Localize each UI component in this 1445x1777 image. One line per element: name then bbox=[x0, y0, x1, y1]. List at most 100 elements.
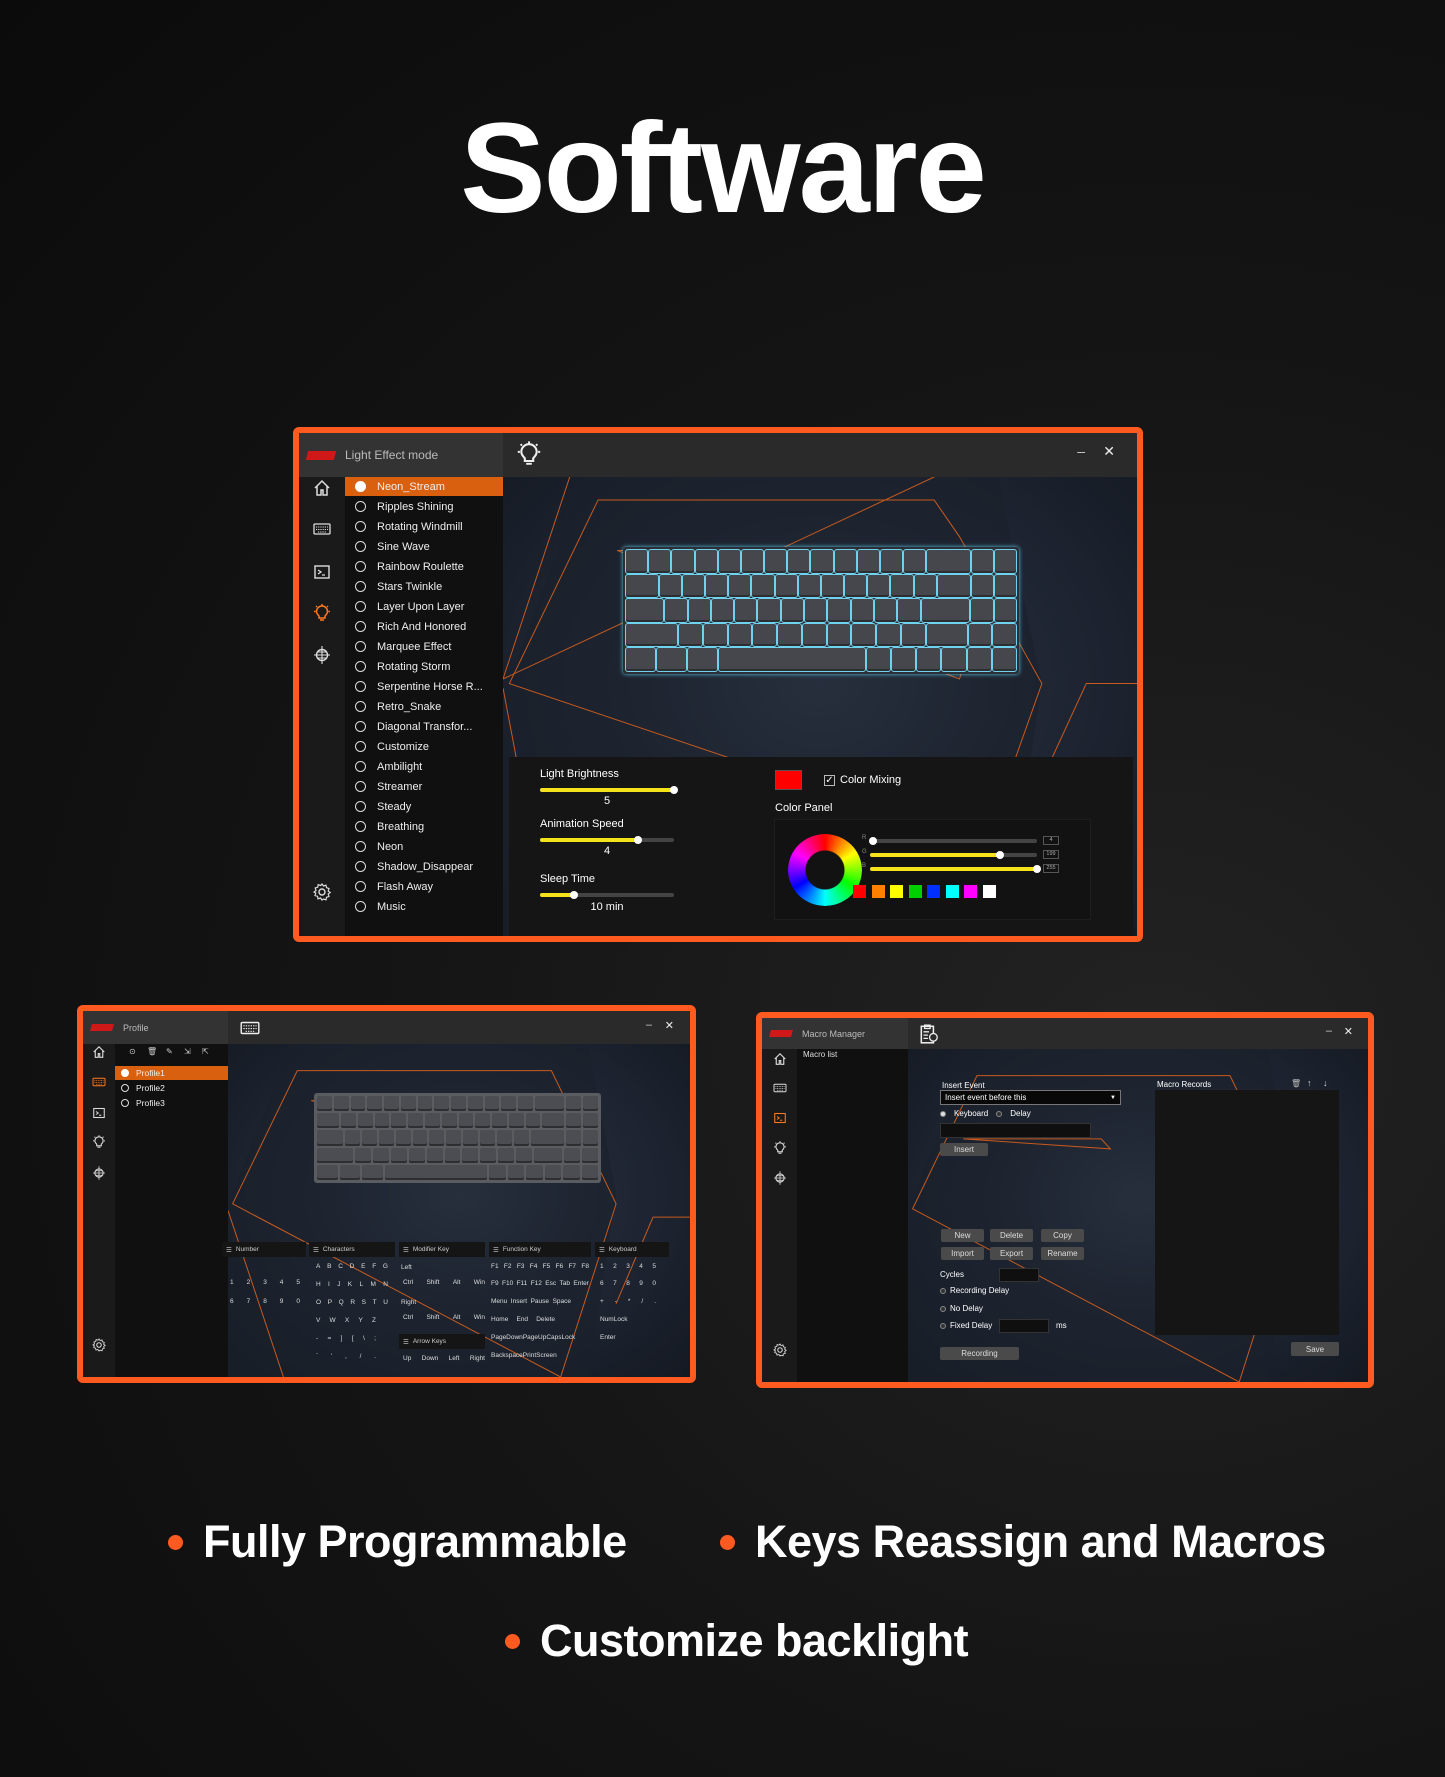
key-option[interactable]: H bbox=[316, 1281, 321, 1288]
key-option[interactable]: + bbox=[600, 1298, 604, 1305]
radio-icon[interactable] bbox=[355, 801, 366, 812]
color-wheel[interactable] bbox=[788, 834, 862, 906]
key-option[interactable]: P bbox=[328, 1299, 332, 1306]
key[interactable] bbox=[564, 1147, 581, 1163]
radio-icon[interactable] bbox=[355, 841, 366, 852]
key-option[interactable]: Esc bbox=[545, 1280, 556, 1287]
key[interactable] bbox=[317, 1096, 332, 1112]
effect-item[interactable]: Stars Twinkle bbox=[345, 577, 503, 596]
key-option[interactable]: PageUp bbox=[523, 1334, 547, 1341]
key[interactable] bbox=[757, 598, 781, 623]
key-option[interactable]: ` bbox=[316, 1353, 318, 1360]
key-option[interactable]: Shift bbox=[426, 1279, 439, 1286]
key[interactable] bbox=[865, 647, 891, 672]
key[interactable] bbox=[581, 1164, 598, 1181]
preset-color-swatch[interactable] bbox=[927, 885, 940, 898]
move-up-icon[interactable]: ↑ bbox=[1307, 1078, 1312, 1088]
key[interactable] bbox=[727, 622, 753, 648]
key[interactable] bbox=[624, 647, 657, 672]
key[interactable] bbox=[372, 1147, 389, 1163]
radio-icon[interactable] bbox=[355, 781, 366, 792]
radio-icon[interactable] bbox=[355, 821, 366, 832]
home-icon[interactable] bbox=[92, 1045, 107, 1060]
close-icon[interactable]: ✕ bbox=[1344, 1025, 1353, 1038]
key[interactable] bbox=[498, 1147, 515, 1163]
channel-value[interactable]: 199 bbox=[1043, 850, 1059, 859]
key[interactable] bbox=[797, 573, 821, 599]
key[interactable] bbox=[489, 1164, 506, 1181]
key-option[interactable]: = bbox=[328, 1335, 332, 1342]
key-option[interactable]: 5 bbox=[296, 1279, 300, 1286]
key[interactable] bbox=[890, 573, 914, 599]
key-option[interactable]: ; bbox=[374, 1335, 376, 1342]
copy-macro-button[interactable]: Copy bbox=[1041, 1229, 1084, 1242]
key[interactable] bbox=[444, 1147, 461, 1163]
key-option[interactable]: K bbox=[348, 1281, 352, 1288]
key-option[interactable]: F3 bbox=[517, 1263, 525, 1270]
radio-icon[interactable] bbox=[355, 501, 366, 512]
effect-item[interactable]: Rotating Windmill bbox=[345, 517, 503, 536]
key[interactable] bbox=[378, 1130, 394, 1146]
keyboard-preview[interactable] bbox=[314, 1093, 601, 1183]
key[interactable] bbox=[492, 1113, 507, 1129]
key[interactable] bbox=[542, 1113, 565, 1129]
key-option[interactable]: Ctrl bbox=[403, 1314, 413, 1321]
channel-slider[interactable] bbox=[868, 837, 1037, 845]
key[interactable] bbox=[480, 1130, 495, 1146]
key-option[interactable]: 5 bbox=[652, 1263, 656, 1270]
key-option[interactable]: 8 bbox=[263, 1298, 267, 1305]
bulb-icon[interactable] bbox=[92, 1135, 107, 1150]
key-option[interactable]: 7 bbox=[247, 1298, 251, 1305]
channel-slider[interactable] bbox=[870, 851, 1037, 859]
chip-icon[interactable] bbox=[92, 1166, 107, 1181]
preset-color-swatch[interactable] bbox=[853, 885, 866, 898]
key-option[interactable]: 6 bbox=[230, 1298, 234, 1305]
key[interactable] bbox=[475, 1113, 491, 1129]
key[interactable] bbox=[354, 1147, 371, 1163]
profile-item[interactable]: Profile2 bbox=[115, 1081, 228, 1095]
key[interactable] bbox=[993, 573, 1017, 599]
key-option[interactable]: F6 bbox=[556, 1263, 564, 1270]
key[interactable] bbox=[374, 1113, 390, 1129]
key[interactable] bbox=[384, 1164, 488, 1181]
key-option[interactable]: Delete bbox=[536, 1316, 555, 1323]
bulb-icon[interactable] bbox=[312, 603, 332, 623]
key-option[interactable]: F4 bbox=[530, 1263, 538, 1270]
rename-profile-icon[interactable]: ✎ bbox=[166, 1047, 173, 1056]
key-option[interactable]: Left bbox=[449, 1355, 460, 1362]
key[interactable] bbox=[467, 1096, 483, 1112]
recording-delay-option[interactable]: Recording Delay bbox=[940, 1286, 1009, 1295]
key[interactable] bbox=[525, 1113, 541, 1129]
key[interactable] bbox=[826, 622, 852, 648]
keyboard-icon[interactable] bbox=[92, 1075, 107, 1090]
effect-item[interactable]: Marquee Effect bbox=[345, 637, 503, 656]
key[interactable] bbox=[656, 647, 688, 672]
macro-records-list[interactable] bbox=[1155, 1090, 1339, 1335]
key[interactable] bbox=[624, 598, 665, 623]
key-option[interactable]: T bbox=[373, 1299, 377, 1306]
key[interactable] bbox=[992, 622, 1017, 648]
fixed-delay-radio[interactable] bbox=[940, 1322, 946, 1329]
home-icon[interactable] bbox=[772, 1052, 787, 1067]
key[interactable] bbox=[777, 622, 802, 648]
key[interactable] bbox=[513, 1130, 529, 1146]
key[interactable] bbox=[920, 598, 971, 623]
radio-icon[interactable] bbox=[121, 1084, 129, 1092]
key[interactable] bbox=[658, 573, 682, 599]
effect-item[interactable]: Breathing bbox=[345, 817, 503, 836]
effect-item[interactable]: Flash Away bbox=[345, 877, 503, 896]
key[interactable] bbox=[384, 1096, 399, 1112]
key[interactable] bbox=[624, 549, 649, 574]
key[interactable] bbox=[624, 622, 679, 648]
key[interactable] bbox=[451, 1096, 466, 1112]
key-option[interactable]: NumLock bbox=[600, 1316, 627, 1323]
key-category-header[interactable]: ☰ Arrow Keys bbox=[399, 1334, 485, 1349]
key-option[interactable]: Z bbox=[372, 1317, 376, 1324]
effect-item[interactable]: Sine Wave bbox=[345, 537, 503, 556]
key[interactable] bbox=[462, 1147, 479, 1163]
key[interactable] bbox=[317, 1164, 338, 1181]
key-option[interactable]: 7 bbox=[613, 1280, 617, 1287]
chip-icon[interactable] bbox=[772, 1171, 787, 1186]
effect-item[interactable]: Streamer bbox=[345, 777, 503, 796]
radio-icon[interactable] bbox=[355, 621, 366, 632]
